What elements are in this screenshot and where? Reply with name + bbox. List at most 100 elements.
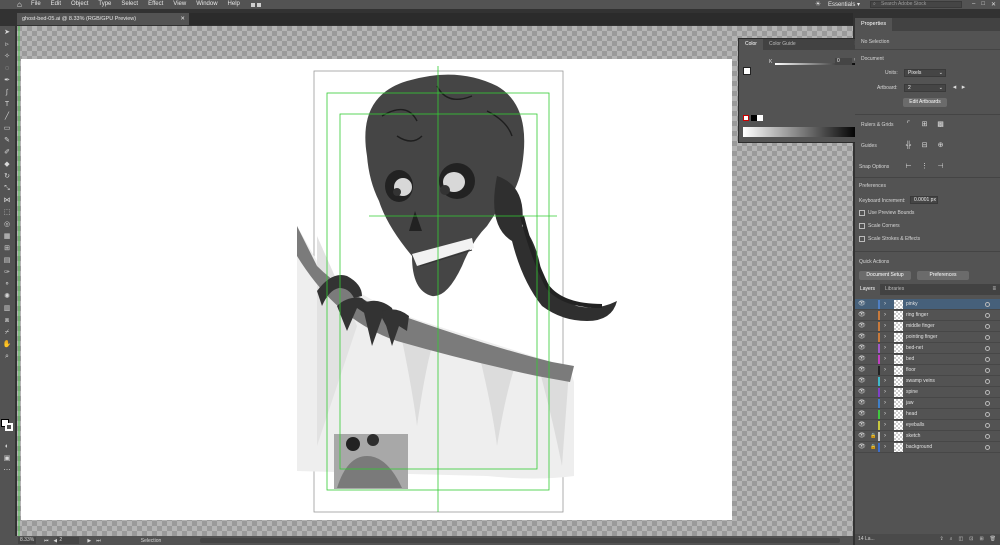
- pen-tool-icon[interactable]: ✒: [2, 76, 12, 85]
- layer-name[interactable]: ring finger: [906, 310, 928, 321]
- visibility-eye-icon[interactable]: 👁: [858, 365, 866, 376]
- k-value-field[interactable]: 0: [835, 58, 852, 65]
- shape-builder-tool-icon[interactable]: ◎: [2, 220, 12, 229]
- target-icon[interactable]: [985, 368, 990, 373]
- target-icon[interactable]: [985, 324, 990, 329]
- expand-chevron-icon[interactable]: ›: [884, 431, 886, 442]
- layer-row[interactable]: 👁 › eyeballs: [855, 420, 1000, 431]
- target-icon[interactable]: [985, 379, 990, 384]
- target-icon[interactable]: [985, 445, 990, 450]
- layer-row[interactable]: 👁 🔒 › background: [855, 442, 1000, 453]
- gradient-tool-icon[interactable]: ▤: [2, 256, 12, 265]
- eraser-tool-icon[interactable]: ◆: [2, 160, 12, 169]
- preferences-button[interactable]: Preferences: [917, 271, 969, 280]
- lightbulb-icon[interactable]: ☀: [814, 1, 822, 9]
- scale-corners-checkbox[interactable]: [859, 223, 865, 229]
- layer-row[interactable]: 👁 › bed: [855, 354, 1000, 365]
- canvas-area[interactable]: [17, 26, 853, 536]
- maximize-icon[interactable]: □: [981, 1, 985, 8]
- scale-strokes-checkbox[interactable]: [859, 236, 865, 242]
- menu-effect[interactable]: Effect: [143, 0, 168, 9]
- paintbrush-tool-icon[interactable]: ✎: [2, 136, 12, 145]
- target-icon[interactable]: [985, 346, 990, 351]
- symbol-sprayer-tool-icon[interactable]: ✺: [2, 292, 12, 301]
- expand-chevron-icon[interactable]: ›: [884, 420, 886, 431]
- layer-row[interactable]: 👁 › spine: [855, 387, 1000, 398]
- layer-name[interactable]: bed-net: [906, 343, 923, 354]
- ruler-icon[interactable]: ⌜: [904, 120, 913, 129]
- target-icon[interactable]: [985, 401, 990, 406]
- visibility-eye-icon[interactable]: 👁: [858, 310, 866, 321]
- layer-name[interactable]: floor: [906, 365, 916, 376]
- home-icon[interactable]: ⌂: [0, 0, 26, 9]
- visibility-eye-icon[interactable]: 👁: [858, 343, 866, 354]
- arrange-documents-icon[interactable]: [250, 2, 261, 7]
- menu-window[interactable]: Window: [191, 0, 222, 9]
- artboard-number-field[interactable]: 2: [57, 537, 80, 544]
- layer-name[interactable]: bed: [906, 354, 914, 365]
- selection-tool-icon[interactable]: ➤: [2, 28, 12, 37]
- expand-chevron-icon[interactable]: ›: [884, 409, 886, 420]
- expand-chevron-icon[interactable]: ›: [884, 321, 886, 332]
- layer-name[interactable]: swamp veins: [906, 376, 935, 387]
- target-icon[interactable]: [985, 335, 990, 340]
- document-setup-button[interactable]: Document Setup: [859, 271, 911, 280]
- layer-name[interactable]: sketch: [906, 431, 920, 442]
- new-layer-icon[interactable]: ⊞: [979, 534, 983, 545]
- graph-tool-icon[interactable]: ▥: [2, 304, 12, 313]
- tab-layers[interactable]: Layers: [855, 284, 881, 295]
- workspace-switcher[interactable]: Essentials ▾: [828, 1, 864, 8]
- expand-chevron-icon[interactable]: ›: [884, 310, 886, 321]
- menu-help[interactable]: Help: [223, 0, 245, 9]
- target-icon[interactable]: [985, 423, 990, 428]
- menu-select[interactable]: Select: [116, 0, 143, 9]
- zoom-tool-icon[interactable]: ⌕: [2, 352, 12, 361]
- next-artboard-icon[interactable]: ▶: [87, 538, 91, 544]
- direct-selection-tool-icon[interactable]: ▹: [2, 40, 12, 49]
- visibility-eye-icon[interactable]: 👁: [858, 387, 866, 398]
- draw-mode-icon[interactable]: ◐: [2, 442, 12, 451]
- clipping-mask-icon[interactable]: ◫: [959, 534, 964, 545]
- visibility-eye-icon[interactable]: 👁: [858, 299, 866, 310]
- layer-row[interactable]: 👁 › ring finger: [855, 310, 1000, 321]
- new-sublayer-icon[interactable]: ⊡: [969, 534, 973, 545]
- free-transform-tool-icon[interactable]: ⬚: [2, 208, 12, 217]
- hand-tool-icon[interactable]: ✋: [2, 340, 12, 349]
- visibility-eye-icon[interactable]: 👁: [858, 354, 866, 365]
- layer-row[interactable]: 👁 › bed-net: [855, 343, 1000, 354]
- layer-row[interactable]: 👁 › head: [855, 409, 1000, 420]
- shaper-tool-icon[interactable]: ✐: [2, 148, 12, 157]
- eyedropper-tool-icon[interactable]: ✑: [2, 268, 12, 277]
- layer-name[interactable]: jaw: [906, 398, 914, 409]
- expand-chevron-icon[interactable]: ›: [884, 442, 886, 453]
- illustration[interactable]: [17, 26, 853, 536]
- use-preview-bounds-checkbox[interactable]: [859, 210, 865, 216]
- target-icon[interactable]: [985, 412, 990, 417]
- target-icon[interactable]: [985, 357, 990, 362]
- expand-chevron-icon[interactable]: ›: [884, 387, 886, 398]
- menu-view[interactable]: View: [168, 0, 191, 9]
- menu-object[interactable]: Object: [66, 0, 93, 9]
- curvature-tool-icon[interactable]: ∫: [2, 88, 12, 97]
- lock-guides-icon[interactable]: ⊕: [936, 141, 945, 150]
- rotate-tool-icon[interactable]: ↻: [2, 172, 12, 181]
- visibility-eye-icon[interactable]: 👁: [858, 442, 866, 453]
- close-icon[interactable]: ✕: [991, 1, 996, 8]
- grid-icon[interactable]: ⊞: [920, 120, 929, 129]
- magic-wand-tool-icon[interactable]: ✧: [2, 52, 12, 61]
- lock-icon[interactable]: 🔒: [870, 442, 876, 453]
- expand-chevron-icon[interactable]: ›: [884, 365, 886, 376]
- layer-name[interactable]: pinky: [906, 299, 918, 310]
- rectangle-tool-icon[interactable]: ▭: [2, 124, 12, 133]
- layer-name[interactable]: head: [906, 409, 917, 420]
- tab-color-guide[interactable]: Color Guide: [763, 39, 802, 50]
- perspective-grid-tool-icon[interactable]: ▦: [2, 232, 12, 241]
- layer-name[interactable]: middle finger: [906, 321, 935, 332]
- layer-row[interactable]: 👁 › floor: [855, 365, 1000, 376]
- snap-to-grid-icon[interactable]: ⊣: [936, 162, 945, 171]
- lasso-tool-icon[interactable]: ◌: [2, 64, 12, 73]
- target-icon[interactable]: [985, 313, 990, 318]
- color-spectrum[interactable]: [743, 127, 857, 137]
- zoom-field[interactable]: 8.33%: [18, 537, 36, 544]
- first-artboard-icon[interactable]: ⏮: [44, 538, 49, 544]
